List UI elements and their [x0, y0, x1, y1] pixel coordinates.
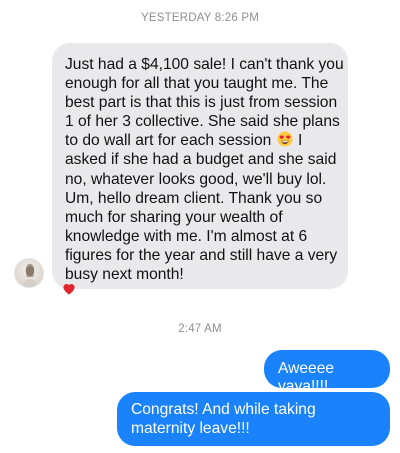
message-line: Um, hello dream client. Thank you so	[65, 189, 323, 207]
message-line: knowledge with me. I'm almost at 6	[65, 227, 308, 245]
message-line: busy next month!	[65, 266, 184, 284]
message-line: no, whatever looks good, we'll buy lol.	[65, 170, 327, 188]
message-line-with-emoji: to do wall art for each session I	[65, 131, 340, 150]
message-thread: YESTERDAY 8:26 PM Just had a $4,100 sale…	[0, 0, 400, 453]
outgoing-message-bubble[interactable]: Aweeee yaya!!!!	[264, 350, 390, 395]
message-line-text: to do wall art for each session	[65, 132, 272, 150]
timestamp: 2:47 AM	[178, 323, 222, 335]
message-line: much for sharing your wealth of	[65, 208, 283, 226]
person-silhouette-icon	[22, 263, 38, 287]
heart-reaction-icon[interactable]	[62, 282, 76, 296]
message-line: 1 of her 3 collective. She said she plan…	[65, 113, 340, 131]
message-line: figures for the year and still have a ve…	[65, 246, 338, 264]
incoming-message-bubble[interactable]: Just had a $4,100 sale! I can't thank yo…	[52, 43, 348, 289]
message-line: Just had a $4,100 sale! I can't thank yo…	[65, 56, 344, 73]
message-line-text: I	[293, 132, 303, 150]
avatar[interactable]	[14, 258, 44, 288]
message-line: enough for all that you taught me. The	[65, 75, 329, 93]
heart-eyes-emoji-icon	[277, 131, 293, 147]
outgoing-message-bubble[interactable]: Congrats! And while taking maternity lea…	[117, 392, 390, 446]
message-line: best part is that this is just from sess…	[65, 94, 338, 112]
timestamp: YESTERDAY 8:26 PM	[140, 12, 260, 24]
message-line: asked if she had a budget and she said	[65, 151, 337, 169]
